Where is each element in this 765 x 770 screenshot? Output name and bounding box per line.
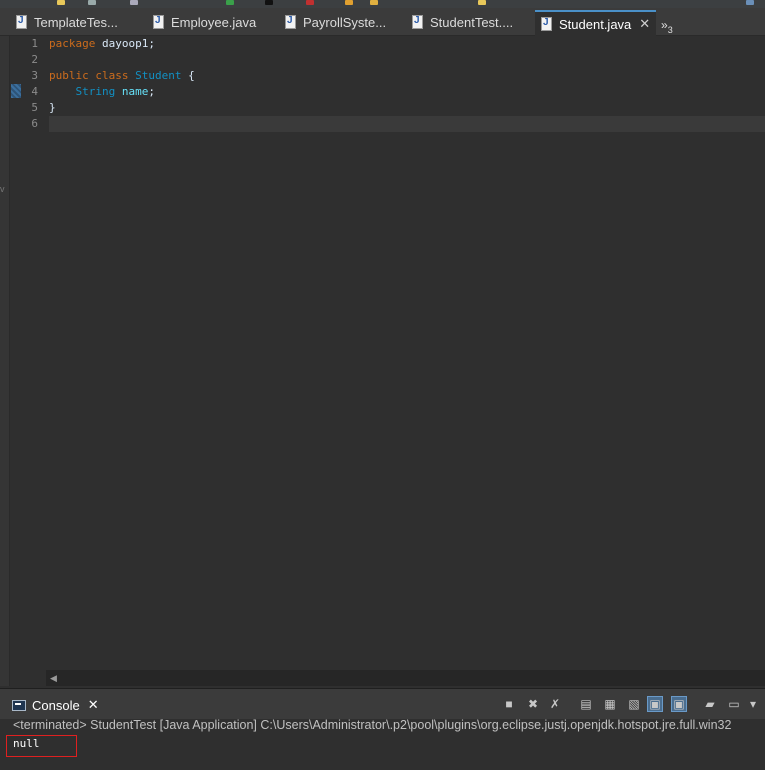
tab-console[interactable]: Console ✕ [12, 693, 99, 717]
run-icon[interactable] [226, 0, 234, 5]
tab-label: PayrollSyste... [303, 14, 387, 30]
java-file-icon [285, 15, 296, 29]
type-name: String [75, 85, 116, 98]
console-header: Console ✕ ■ ✖ ✗ ▤ ▦ ▧ ▣ ▣ ▰ ▭ ▾ [0, 689, 765, 719]
terminate-icon[interactable]: ■ [501, 696, 517, 712]
field-name: name [121, 85, 149, 98]
scroll-lock-icon[interactable]: ▦ [602, 696, 618, 712]
tab-label: Employee.java [171, 14, 257, 30]
line-number: 6 [31, 117, 38, 130]
toolbar-icon[interactable] [370, 0, 378, 5]
toolbar-icon[interactable] [345, 0, 353, 5]
java-file-icon [153, 15, 164, 29]
tab-employee[interactable]: Employee.java [153, 10, 256, 34]
keyword: package [49, 37, 96, 50]
current-line-highlight [49, 116, 765, 132]
java-file-icon [541, 17, 552, 31]
collapse-marker-icon: v [0, 184, 5, 194]
code-line-3: public class Student { [49, 68, 195, 84]
tab-label: Student.java [559, 16, 632, 32]
console-panel: Console ✕ ■ ✖ ✗ ▤ ▦ ▧ ▣ ▣ ▰ ▭ ▾ <termina… [0, 688, 765, 770]
toolbar-icon[interactable] [478, 0, 486, 5]
line-number: 3 [31, 69, 38, 82]
console-status-line: <terminated> StudentTest [Java Applicati… [13, 718, 732, 732]
close-icon[interactable]: ✕ [639, 16, 650, 32]
line-number: 4 [31, 85, 38, 98]
pin-console-icon[interactable]: ▰ [702, 696, 718, 712]
toolbar-icon[interactable] [746, 0, 754, 5]
word-wrap-icon[interactable]: ▧ [626, 696, 642, 712]
left-side-strip: v [0, 36, 10, 686]
tab-label: TemplateTes... [34, 14, 118, 30]
line-number: 2 [31, 53, 38, 66]
code-line-1: package dayoop1; [49, 36, 155, 52]
main-toolbar [0, 0, 765, 8]
toolbar-icon[interactable] [265, 0, 273, 5]
line-number-ruler: 1 2 3 4 5 6 [10, 36, 46, 670]
console-icon [12, 699, 26, 711]
hidden-tab-count: 3 [667, 25, 673, 35]
code-text: dayoop1; [95, 37, 155, 50]
code-line-5: } [49, 100, 56, 116]
annotation-highlight-box [6, 735, 77, 757]
horizontal-scrollbar[interactable]: ◀ [46, 670, 765, 686]
tab-student[interactable]: Student.java ✕ [535, 10, 656, 36]
clear-console-icon[interactable]: ▤ [578, 696, 594, 712]
line-number: 5 [31, 101, 38, 114]
remove-all-terminated-icon[interactable]: ✗ [547, 696, 563, 712]
java-file-icon [412, 15, 423, 29]
tab-templatetest[interactable]: TemplateTes... [16, 10, 118, 34]
toolbar-icon[interactable] [130, 0, 138, 5]
code-text: ; [148, 85, 155, 98]
line-number: 1 [31, 37, 38, 50]
tab-studenttest[interactable]: StudentTest.... [412, 10, 513, 34]
code-line-4: String name; [49, 84, 156, 100]
tab-overflow-button[interactable]: »3 [661, 18, 673, 35]
code-editor[interactable]: 1 2 3 4 5 6 package dayoop1; public clas… [10, 36, 765, 670]
tab-payrollsystem[interactable]: PayrollSyste... [285, 10, 386, 34]
display-console-icon[interactable]: ▭ [726, 696, 742, 712]
toolbar-icon[interactable] [88, 0, 96, 5]
keyword: public [49, 69, 89, 82]
remove-launch-icon[interactable]: ✖ [525, 696, 541, 712]
stop-icon[interactable] [306, 0, 314, 5]
toolbar-icon[interactable] [57, 0, 65, 5]
show-on-stderr-icon[interactable]: ▣ [671, 696, 687, 712]
console-tab-label: Console [32, 697, 80, 713]
keyword: class [95, 69, 129, 82]
class-name: Student [135, 69, 182, 82]
editor-tab-bar: TemplateTes... Employee.java PayrollSyst… [0, 8, 765, 36]
code-text: { [181, 69, 195, 82]
tab-label: StudentTest.... [430, 14, 514, 30]
code-text: } [49, 101, 56, 114]
java-file-icon [16, 15, 27, 29]
chevron-double-right-icon: » [661, 18, 668, 32]
show-on-stdout-icon[interactable]: ▣ [647, 696, 663, 712]
chevron-down-icon[interactable]: ▾ [745, 696, 761, 712]
scroll-left-icon[interactable]: ◀ [50, 673, 57, 684]
close-icon[interactable]: ✕ [88, 697, 99, 713]
